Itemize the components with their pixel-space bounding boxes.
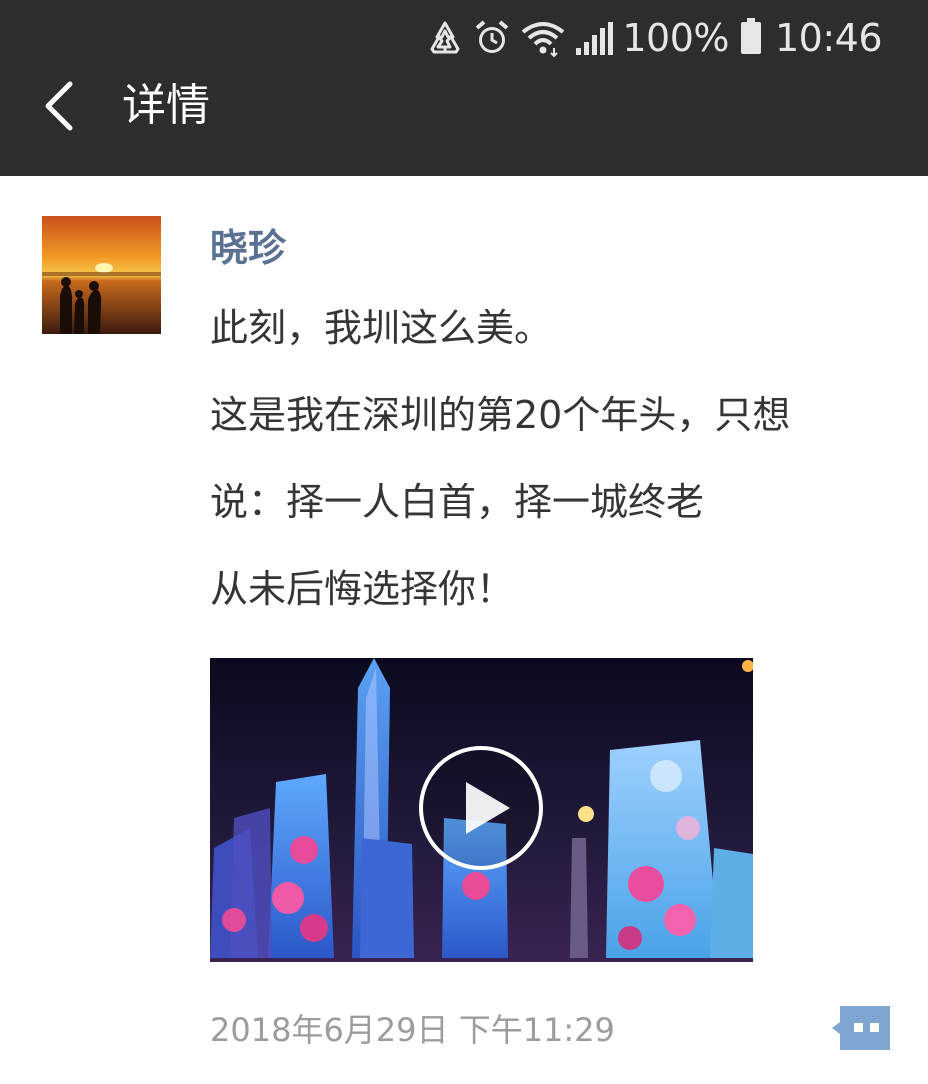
post-timestamp: 2018年6月29日 下午11:29 xyxy=(210,1011,615,1049)
signal-icon xyxy=(574,20,614,56)
battery-percent: 100% xyxy=(622,16,729,60)
author-name[interactable]: 晓珍 xyxy=(210,220,286,276)
post-text-line: 从未后悔选择你！ xyxy=(210,567,515,611)
avatar[interactable] xyxy=(42,216,161,334)
back-button[interactable] xyxy=(36,78,88,134)
video-thumbnail[interactable] xyxy=(210,658,753,962)
page-title: 详情 xyxy=(122,80,210,131)
post-detail: 晓珍 此刻，我圳这么美。 这是我在深圳的第20个年头，只想 说：择一人白首，择一… xyxy=(0,176,928,1084)
status-bar: 100% 10:46 xyxy=(426,14,883,62)
post-text-line: 说：择一人白首，择一城终老 xyxy=(210,480,705,524)
post-text-line: 这是我在深圳的第20个年头，只想 xyxy=(210,393,791,437)
clock-time: 10:46 xyxy=(774,16,883,60)
nav-bar: 详情 xyxy=(0,70,928,142)
alarm-icon xyxy=(472,18,512,58)
recycle-icon xyxy=(426,19,464,57)
wifi-icon xyxy=(520,18,566,58)
comment-icon xyxy=(832,1006,890,1050)
post-text: 此刻，我圳这么美。 这是我在深圳的第20个年头，只想 说：择一人白首，择一城终老… xyxy=(210,306,900,654)
top-bar: 100% 10:46 详情 xyxy=(0,0,928,176)
chevron-left-icon xyxy=(45,81,73,131)
play-icon xyxy=(419,746,543,870)
comment-button[interactable] xyxy=(830,1004,892,1054)
post-text-line: 此刻，我圳这么美。 xyxy=(210,306,553,350)
battery-icon xyxy=(740,18,761,54)
